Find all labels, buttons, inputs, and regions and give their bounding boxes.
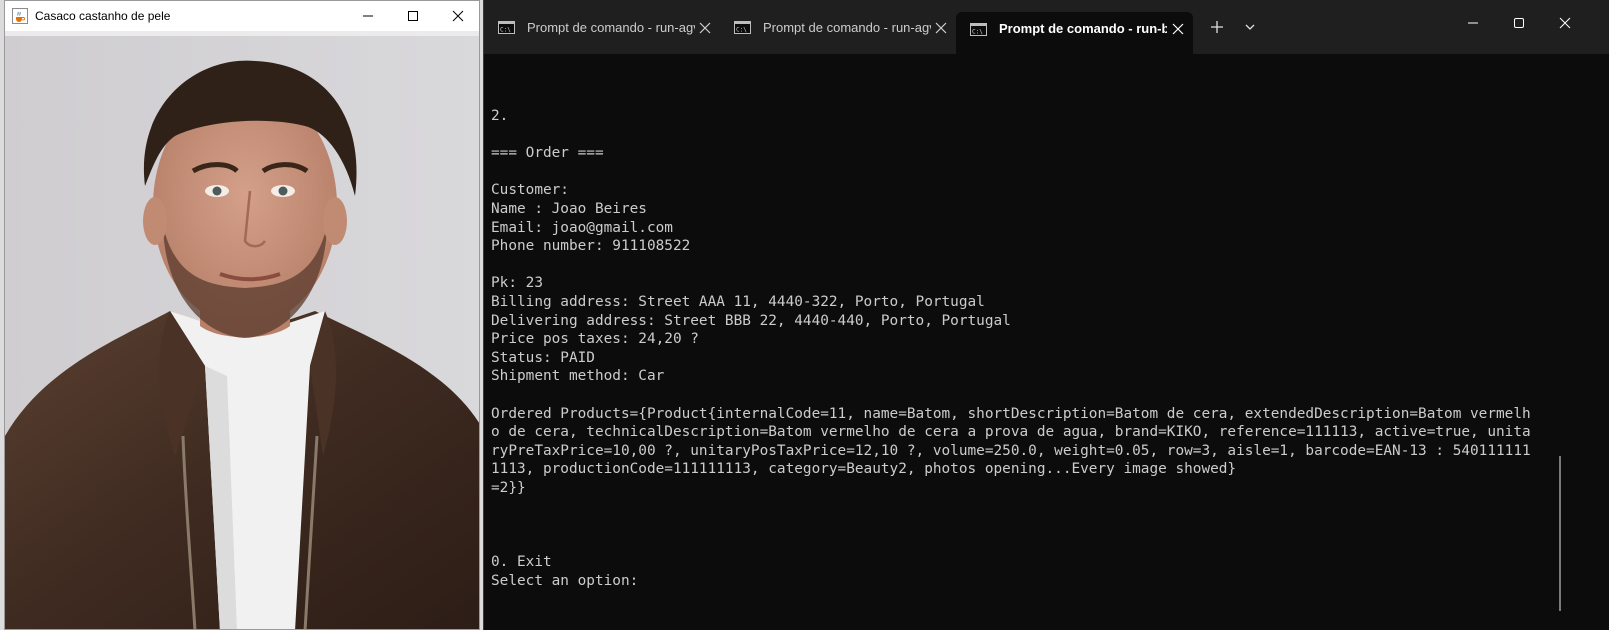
console-line: Email: joao@gmail.com <box>491 219 673 236</box>
cmd-icon: C:\ <box>970 23 987 36</box>
console-line: 1113, productionCode=111111113, category… <box>491 461 1237 478</box>
image-window-titlebar[interactable]: Casaco castanho de pele <box>5 1 479 31</box>
minimize-button[interactable] <box>345 1 391 31</box>
scrollbar[interactable] <box>1559 456 1561 611</box>
console-line: Billing address: Street AAA 11, 4440-322… <box>491 293 985 310</box>
image-viewer-window: Casaco castanho de pele <box>4 0 480 630</box>
console-line: Select an option: <box>491 572 639 589</box>
close-icon[interactable] <box>699 22 711 34</box>
svg-text:C:\: C:\ <box>972 29 983 36</box>
tab-label: Prompt de comando - run-agv <box>527 20 695 35</box>
console-line: === Order === <box>491 145 604 162</box>
minimize-icon <box>1468 22 1478 24</box>
console-line: 0. Exit <box>491 554 552 571</box>
maximize-icon <box>408 11 418 21</box>
tab-prompt-1[interactable]: C:\ Prompt de comando - run-agv <box>484 13 718 42</box>
console-line: =2}} <box>491 479 526 496</box>
console-line: Ordered Products={Product{internalCode=1… <box>491 405 1531 422</box>
terminal-window: C:\ Prompt de comando - run-agv C:\ Prom… <box>483 0 1609 630</box>
svg-text:C:\: C:\ <box>736 27 747 34</box>
tab-label: Prompt de comando - run-ba <box>999 21 1167 36</box>
console-line: ryPreTaxPrice=10,00 ?, unitaryPosTaxPric… <box>491 442 1531 459</box>
maximize-button[interactable] <box>1496 0 1542 46</box>
close-icon[interactable] <box>935 22 947 34</box>
close-icon[interactable] <box>1172 23 1184 35</box>
image-window-title: Casaco castanho de pele <box>35 9 171 23</box>
minimize-icon <box>363 15 373 17</box>
console-output[interactable]: 2. === Order === Customer: Name : Joao Beir… <box>491 107 1551 590</box>
terminal-tab-bar[interactable]: C:\ Prompt de comando - run-agv C:\ Prom… <box>484 0 1609 54</box>
chevron-down-icon[interactable] <box>1243 20 1257 34</box>
close-icon <box>1559 17 1571 29</box>
maximize-button[interactable] <box>390 1 436 31</box>
console-line: Name : Joao Beires <box>491 200 647 217</box>
close-button[interactable] <box>1542 0 1588 46</box>
console-line: Price pos taxes: 24,20 ? <box>491 331 699 348</box>
java-coffee-cup-icon <box>12 8 28 24</box>
minimize-button[interactable] <box>1450 0 1496 46</box>
console-line: Status: PAID <box>491 349 595 366</box>
tab-prompt-2[interactable]: C:\ Prompt de comando - run-agv <box>720 13 954 42</box>
console-line: o de cera, technicalDescription=Batom ve… <box>491 424 1531 441</box>
console-line: Phone number: 911108522 <box>491 238 691 255</box>
product-photo <box>5 36 479 629</box>
cmd-icon: C:\ <box>734 21 751 34</box>
cmd-icon: C:\ <box>498 21 515 34</box>
console-line: Delivering address: Street BBB 22, 4440-… <box>491 312 1011 329</box>
console-line: Customer: <box>491 182 569 199</box>
console-line: Shipment method: Car <box>491 368 665 385</box>
new-tab-plus-icon[interactable] <box>1207 17 1227 37</box>
close-icon <box>452 10 464 22</box>
close-button[interactable] <box>435 1 479 31</box>
tab-prompt-3-active[interactable]: C:\ Prompt de comando - run-ba <box>956 12 1193 54</box>
svg-text:C:\: C:\ <box>500 27 511 34</box>
tab-label: Prompt de comando - run-agv <box>763 20 931 35</box>
maximize-icon <box>1514 18 1524 28</box>
console-line: Pk: 23 <box>491 275 543 292</box>
console-line: 2. <box>491 108 509 124</box>
